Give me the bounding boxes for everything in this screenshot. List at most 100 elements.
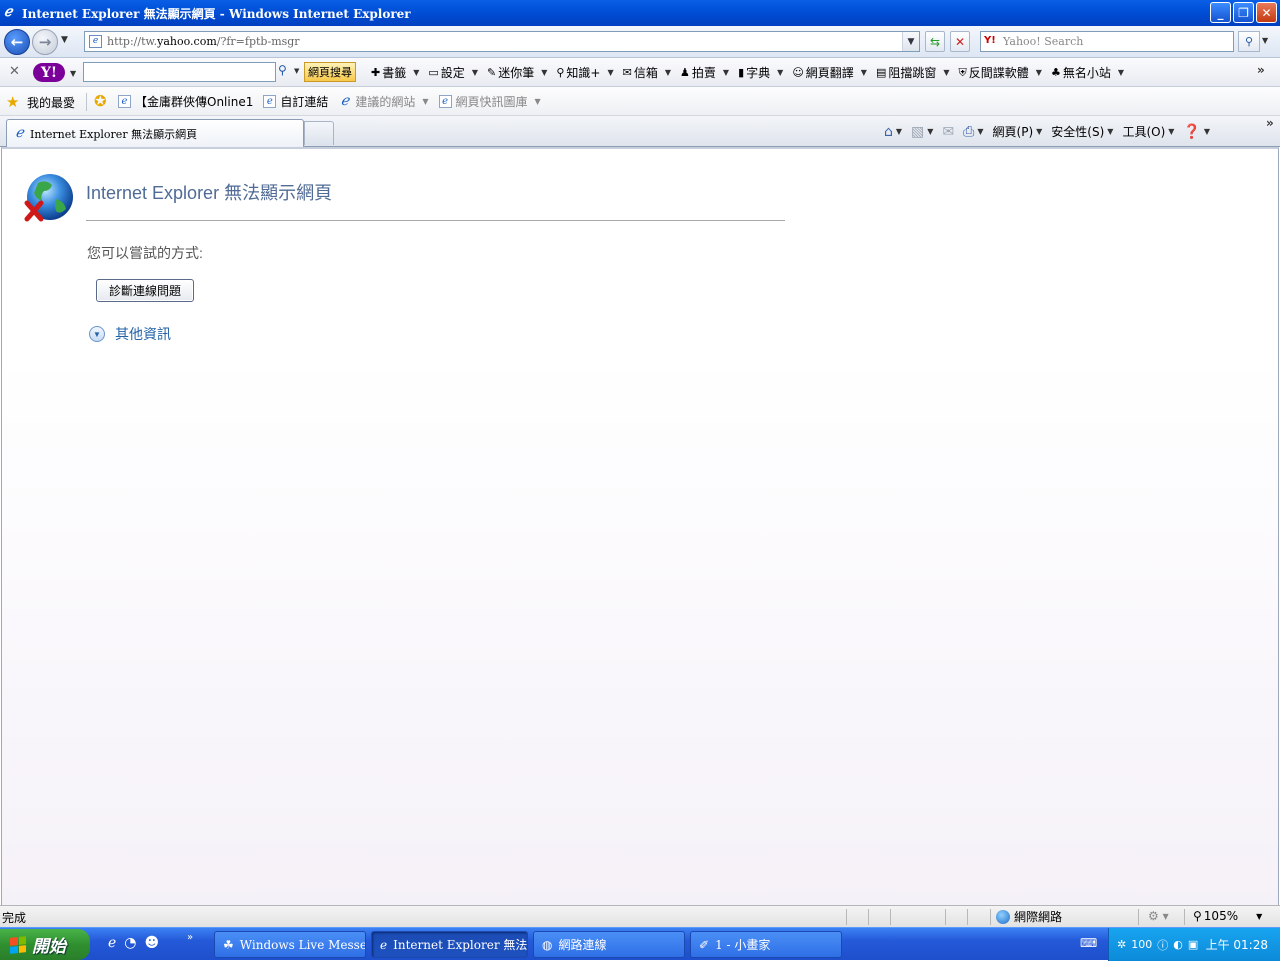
stop-button[interactable]: ✕	[950, 31, 970, 52]
messenger-icon: ☘	[223, 937, 234, 952]
feeds-button[interactable]: ▧ ▼	[911, 124, 933, 140]
windows-taskbar: 開始 ℯ ◔ ☻ » ☘ Windows Live Messen... ℯ Inter…	[0, 927, 1280, 961]
forward-button[interactable]: →	[32, 29, 58, 55]
favorites-link[interactable]: e 自訂連結	[263, 93, 328, 110]
print-button[interactable]: ⎙ ▼	[963, 124, 983, 140]
more-info-link[interactable]: ▼ 其他資訊	[89, 324, 171, 344]
command-bar: ⌂ ▼ ▧ ▼ ✉ ⎙ ▼ 網頁(P) ▼ 安全性(S) ▼ 工具(O) ▼ ❓ ▼	[884, 116, 1219, 147]
ie-page-icon: ℯ	[15, 125, 24, 141]
ie-page-icon: e	[438, 95, 452, 108]
yahoo-toolbar-item[interactable]: ▮ 字典 ▼	[735, 64, 786, 81]
keyboard-icon[interactable]: ⌨	[1080, 936, 1097, 950]
search-input[interactable]: Y! Yahoo! Search	[980, 31, 1234, 52]
refresh-button[interactable]: ⇆	[925, 31, 945, 52]
paint-icon: ✐	[699, 937, 710, 952]
ie-quicklaunch-icon[interactable]: ℯ	[108, 935, 116, 951]
command-overflow-chevron[interactable]: »	[1266, 116, 1274, 130]
yahoo-toolbar-item[interactable]: ♣ 無名小站 ▼	[1048, 64, 1127, 81]
tab-active[interactable]: ℯ Internet Explorer 無法顯示網頁	[6, 119, 304, 147]
protected-mode-icon[interactable]: ⚙ ▾	[1148, 909, 1169, 923]
taskbar-button[interactable]: ☘ Windows Live Messen...	[214, 931, 366, 958]
start-button[interactable]: 開始	[0, 929, 90, 960]
yahoo-toolbar-item[interactable]: ☺ 網頁翻譯 ▼	[789, 64, 870, 81]
taskbar-button[interactable]: ◍ 網路連線	[533, 931, 685, 958]
taskbar-buttons: ☘ Windows Live Messen... ℯ Internet Explore…	[214, 931, 842, 958]
close-toolbar-icon[interactable]: ✕	[9, 64, 20, 79]
new-tab-button[interactable]	[304, 121, 334, 145]
web-search-button[interactable]: 網頁搜尋	[304, 62, 356, 82]
taskbar-button[interactable]: ℯ Internet Explorer 無法...	[371, 931, 528, 958]
favorites-link[interactable]: e 網頁快訊圖庫 ▼	[438, 93, 541, 110]
zoom-icon: ⚲	[1193, 909, 1202, 923]
taskbar-button-label: Internet Explorer 無法...	[393, 938, 528, 952]
taskbar-button[interactable]: ✐ 1 - 小畫家	[690, 931, 842, 958]
clock[interactable]: 上午 01:28	[1206, 936, 1268, 953]
battery-tray-icon[interactable]: 100	[1131, 938, 1152, 951]
safety-menu[interactable]: 安全性(S) ▼	[1051, 123, 1113, 140]
status-divider	[1184, 909, 1185, 925]
back-button[interactable]: ←	[4, 29, 30, 55]
maximize-button[interactable]: ❐	[1233, 2, 1254, 23]
yahoo-toolbar-item[interactable]: ✚ 書籤 ▼	[368, 64, 422, 81]
yahoo-search-input[interactable]	[83, 62, 276, 82]
help-menu[interactable]: ❓ ▼	[1183, 124, 1210, 140]
yahoo-toolbar-item[interactable]: ♟ 拍賣 ▼	[677, 64, 732, 81]
diagnose-connection-button[interactable]: 診斷連線問題	[96, 279, 194, 302]
security-zone[interactable]: 網際網路	[996, 908, 1062, 925]
favorites-button[interactable]: 我的最愛	[27, 94, 75, 111]
search-icon: ⚲	[1244, 35, 1254, 48]
messenger-quicklaunch-icon[interactable]: ☻	[145, 935, 160, 951]
url-suffix: /?fr=fptb-msgr	[216, 35, 300, 48]
ie-logo-icon: ℯ	[4, 4, 13, 20]
address-dropdown-button[interactable]: ▼	[902, 32, 919, 51]
yahoo-menu-dropdown[interactable]: ▼	[70, 69, 76, 78]
audio-tray-icon[interactable]: ◐	[1173, 938, 1183, 951]
recent-pages-dropdown[interactable]: ▼	[61, 35, 68, 45]
close-button[interactable]: ✕	[1256, 2, 1277, 23]
ie-page-icon: ℯ	[340, 93, 349, 109]
yahoo-toolbar-item[interactable]: ▭ 設定 ▼	[425, 64, 481, 81]
favorites-link[interactable]: e 【金庸群俠傳Online1	[118, 93, 253, 110]
system-tray: ✲ 100 ⓘ ◐ ▣ 上午 01:28	[1108, 928, 1280, 961]
yahoo-toolbar-item-label: 迷你筆	[498, 66, 535, 80]
search-options-dropdown[interactable]: ▼	[1262, 36, 1268, 45]
search-button[interactable]: ⚲	[1238, 31, 1260, 52]
chevron-down-icon: ▼	[664, 68, 672, 77]
favorites-link[interactable]: ℯ 建議的網站 ▼	[338, 93, 429, 110]
network-tray-icon[interactable]: ✲	[1117, 938, 1126, 951]
pen-icon: ✎	[486, 66, 497, 79]
yahoo-toolbar-item[interactable]: ✉ 信箱 ▼	[620, 64, 674, 81]
yahoo-toolbar-item[interactable]: ⚲ 知識+ ▼	[553, 64, 616, 81]
ime-tray-icon[interactable]: ▣	[1188, 938, 1198, 951]
search-type-dropdown[interactable]: ▼	[294, 67, 299, 75]
magnifier-icon[interactable]: ⚲	[278, 63, 287, 77]
navigation-bar: ← → ▼ e http://tw. yahoo.com/?fr=fptb-msg…	[0, 26, 1280, 58]
address-bar[interactable]: e http://tw. yahoo.com/?fr=fptb-msgr ▼	[84, 31, 920, 52]
favorites-divider	[86, 93, 87, 111]
ie-alt-quicklaunch-icon[interactable]: ◔	[124, 935, 136, 951]
chevron-down-icon: ▼	[534, 97, 541, 106]
tools-menu[interactable]: 工具(O) ▼	[1122, 123, 1174, 140]
expand-chevron-icon: ▼	[89, 326, 105, 342]
zoom-control[interactable]: ⚲ 105% ▼	[1193, 909, 1262, 923]
quicklaunch-chevron[interactable]: »	[187, 932, 193, 943]
yahoo-toolbar-item-label: 阻擋跳窗	[888, 66, 937, 80]
zoom-level: 105%	[1203, 909, 1239, 923]
yahoo-toolbar-item[interactable]: ✎ 迷你筆 ▼	[484, 64, 550, 81]
minimize-button[interactable]: _	[1210, 2, 1231, 23]
toolbar-overflow-chevron[interactable]: »	[1257, 63, 1265, 77]
yahoo-logo[interactable]: Y!	[33, 63, 65, 82]
settings-icon: ▭	[428, 66, 439, 79]
forward-arrow-icon: →	[38, 33, 52, 51]
home-button[interactable]: ⌂ ▼	[884, 124, 902, 140]
minimize-icon: _	[1217, 5, 1224, 20]
page-menu[interactable]: 網頁(P) ▼	[993, 123, 1043, 140]
add-favorite-icon[interactable]: ✪	[94, 92, 107, 110]
favorites-link-label: 網頁快訊圖庫	[455, 95, 528, 109]
info-tray-icon[interactable]: ⓘ	[1157, 937, 1168, 953]
chevron-down-icon: ▼	[413, 68, 420, 77]
mail-button[interactable]: ✉	[942, 124, 954, 140]
try-text: 您可以嘗試的方式:	[87, 245, 203, 261]
yahoo-toolbar-item[interactable]: ▤ 阻擋跳窗 ▼	[873, 64, 953, 81]
yahoo-toolbar-item[interactable]: ⛨ 反間諜軟體 ▼	[956, 64, 1045, 81]
